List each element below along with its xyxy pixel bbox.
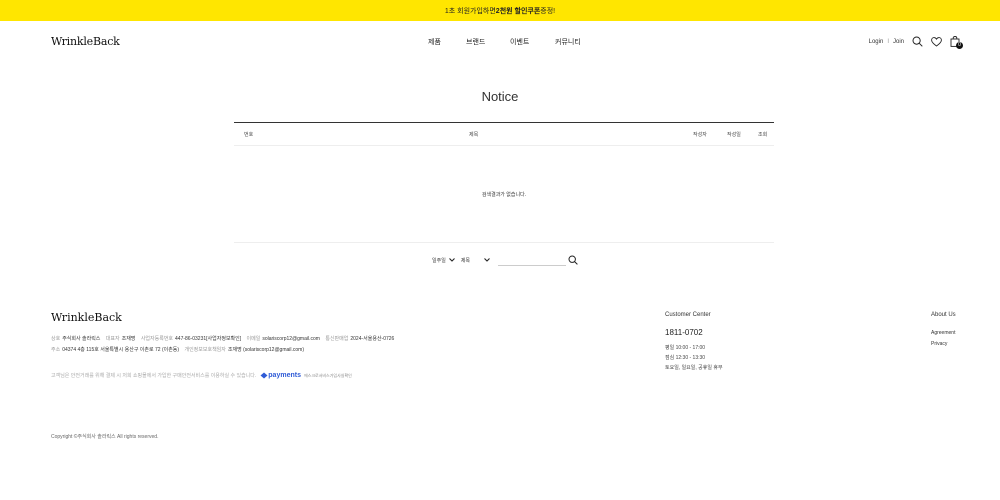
cs-hours: 평일 10:00 - 17:00 점심 12:30 - 13:30 토요일, 일… [665, 343, 723, 373]
nav-item-event[interactable]: 이벤트 [510, 37, 555, 47]
cs-closed-days: 토요일, 일요일, 공휴일 휴무 [665, 365, 723, 371]
info-label: 통신판매업 [325, 336, 349, 342]
info-label: 주소 [51, 347, 61, 353]
site-logo[interactable]: WrinkleBack [51, 35, 120, 48]
main-nav: 제품 브랜드 이벤트 커뮤니티 [428, 37, 595, 47]
info-value: 조재명 (solariscorp12@gmail.com) [227, 347, 304, 353]
search-icon[interactable] [912, 36, 923, 47]
field-select-value: 제목 [460, 257, 471, 264]
table-header: 번호 제목 작성자 작성일 조회 [234, 122, 774, 146]
info-label: 이메일 [246, 336, 261, 342]
cs-lunch-hours: 점심 12:30 - 13:30 [665, 355, 706, 361]
cart-icon[interactable]: 0 [950, 36, 963, 49]
header-utilities: Login I Join 0 [869, 36, 963, 49]
login-link[interactable]: Login [869, 39, 884, 45]
col-subject: 제목 [469, 132, 479, 138]
info-label: 상호 [51, 336, 61, 342]
agreement-link[interactable]: Agreement [931, 328, 956, 339]
cs-weekday-hours: 평일 10:00 - 17:00 [665, 345, 706, 351]
nav-item-brand[interactable]: 브랜드 [466, 37, 510, 47]
copyright: Copyright ©주식회사 솔라릭스 All rights reserved… [51, 434, 159, 440]
col-date: 작성일 [727, 132, 741, 138]
page-title: Notice [481, 89, 519, 104]
board-search: 일주일 제목 [432, 254, 578, 266]
escrow-verify-link[interactable]: 에스크로서비스가입사실확인 [304, 373, 352, 379]
field-select[interactable]: 제목 [461, 257, 490, 264]
col-author: 작성자 [693, 132, 707, 138]
join-link[interactable]: Join [893, 39, 904, 45]
info-label: 개인정보보호책임자 [184, 347, 226, 353]
promo-highlight: 2천원 할인쿠폰 [495, 7, 541, 15]
info-value: 주식회사 솔라릭스 [62, 336, 101, 342]
search-input[interactable] [498, 254, 567, 266]
cs-phone: 1811-0702 [665, 328, 703, 337]
payments-icon [260, 372, 268, 379]
privacy-link[interactable]: Privacy [931, 339, 956, 350]
util-separator: I [887, 38, 889, 45]
company-info-row2: 주소 04374 4층 115호 서울특별시 용산구 이촌로 72 (이촌동) 개… [51, 346, 308, 353]
about-us: About Us Agreement Privacy [931, 312, 956, 350]
payments-logo[interactable]: payments [260, 372, 301, 379]
promo-prefix: 1초 회원가입하면 [444, 7, 496, 15]
period-select-value: 일주일 [432, 257, 446, 264]
notice-table: 번호 제목 작성자 작성일 조회 검색결과가 없습니다. [234, 122, 774, 243]
escrow-notice: 고객님은 안전거래를 위해 결제 시 저희 쇼핑몰에서 가입한 구매안전서비스를… [51, 372, 352, 379]
search-icon [568, 255, 578, 265]
info-label: 사업자등록번호 [140, 336, 174, 342]
empty-message: 검색결과가 없습니다. [234, 146, 774, 243]
nav-item-products[interactable]: 제품 [428, 37, 466, 47]
customer-center: Customer Center 1811-0702 평일 10:00 - 17:… [665, 312, 723, 373]
promo-banner[interactable]: 1초 회원가입하면 2천원 할인쿠폰 증정! [0, 0, 1000, 21]
info-value: 조재명 [121, 336, 136, 342]
col-views: 조회 [758, 132, 768, 138]
chevron-down-icon [448, 258, 455, 262]
promo-suffix: 증정! [540, 7, 556, 15]
period-select[interactable]: 일주일 [432, 257, 455, 264]
info-label: 대표자 [105, 336, 120, 342]
heart-icon[interactable] [931, 36, 942, 47]
info-value: 04374 4층 115호 서울특별시 용산구 이촌로 72 (이촌동) [62, 347, 180, 353]
about-links: Agreement Privacy [931, 328, 956, 350]
footer-logo: WrinkleBack [51, 311, 122, 324]
info-value: 2024-서울용산-0726 [350, 336, 395, 342]
nav-item-community[interactable]: 커뮤니티 [555, 37, 595, 47]
chevron-down-icon [484, 258, 490, 262]
site-header: WrinkleBack 제품 브랜드 이벤트 커뮤니티 Login I Join… [0, 21, 1000, 63]
cart-count-badge: 0 [956, 42, 963, 49]
col-number: 번호 [244, 132, 254, 138]
cs-title: Customer Center [665, 312, 711, 318]
info-value: solariscorp12@gmail.com [262, 336, 320, 342]
search-button[interactable] [568, 255, 578, 265]
payments-logo-text: payments [268, 372, 301, 379]
safety-note: 고객님은 안전거래를 위해 결제 시 저희 쇼핑몰에서 가입한 구매안전서비스를… [51, 373, 257, 379]
about-title: About Us [931, 312, 956, 318]
company-info-row1: 상호 주식회사 솔라릭스 대표자 조재명 사업자등록번호 447-86-03231[사… [51, 335, 398, 342]
business-info-link[interactable]: 447-86-03231[사업자정보확인] [175, 336, 241, 342]
